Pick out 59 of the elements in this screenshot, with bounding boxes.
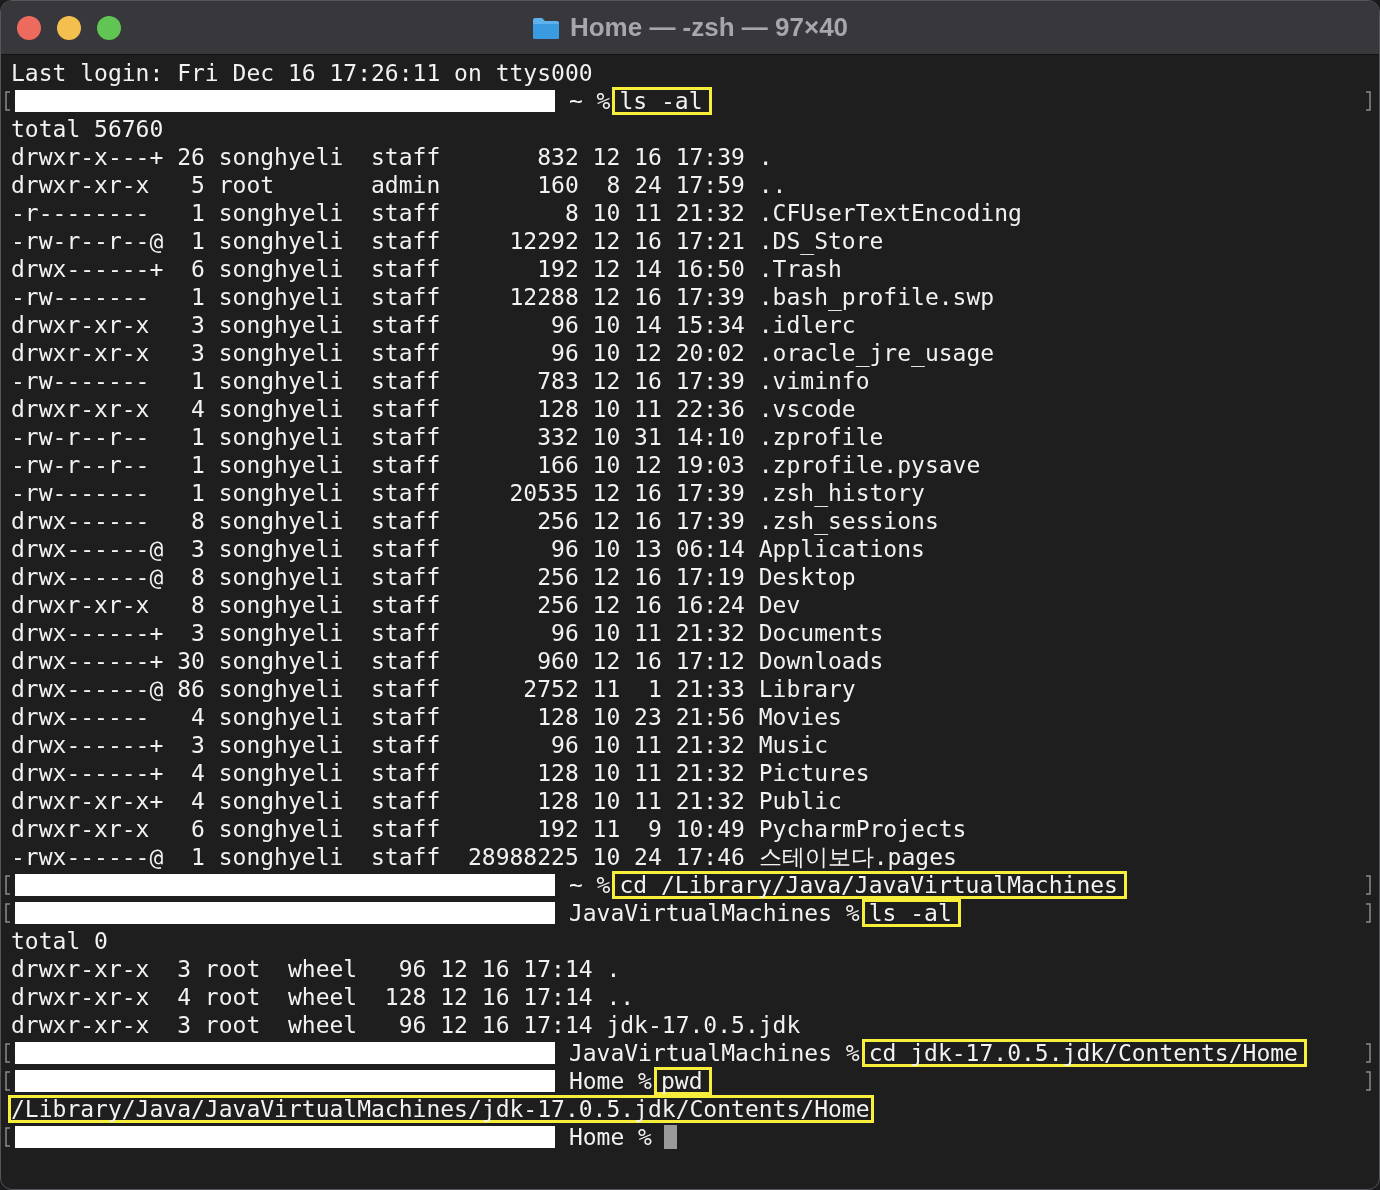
mark-bracket-icon: [1365, 91, 1371, 111]
prompt-text: Home %: [567, 1067, 652, 1095]
output-line: drwx------+ 3 songhyeli staff 96 10 11 21:32 Music: [10, 731, 829, 759]
window-title: Home — -zsh — 97×40: [569, 12, 849, 43]
output-line: -r-------- 1 songhyeli staff 8 10 11 21:32 .CFUserTextEncoding: [10, 199, 1023, 227]
output-line: drwx------@ 86 songhyeli staff 2752 11 1 21:33 Library: [10, 675, 857, 703]
command-text: cd jdk-17.0.5.jdk/Contents/Home: [861, 1039, 1307, 1067]
output-line: drwxr-x---+ 26 songhyeli staff 832 12 16 17:39 .: [10, 143, 774, 171]
close-button[interactable]: [17, 15, 41, 40]
output-line: total 0: [10, 927, 109, 955]
zoom-button[interactable]: [97, 15, 121, 40]
prompt-text: JavaVirtualMachines %: [567, 1039, 860, 1067]
command-text: ls -al: [612, 87, 712, 115]
folder-icon: [531, 15, 560, 40]
output-line: -rwx------@ 1 songhyeli staff 28988225 10 24 17:46 스테이보다.pages: [10, 843, 958, 871]
prompt-text: JavaVirtualMachines %: [567, 899, 860, 927]
mark-bracket-icon: [5, 1127, 11, 1147]
output-line: Last login: Fri Dec 16 17:26:11 on ttys000: [10, 59, 594, 87]
output-line: drwxr-xr-x 3 root wheel 96 12 16 17:14 jdk-17.0.5.jdk: [10, 1011, 802, 1039]
minimize-button[interactable]: [57, 15, 81, 40]
output-line: drwx------+ 6 songhyeli staff 192 12 14 16:50 .Trash: [10, 255, 843, 283]
mark-bracket-icon: [1365, 1043, 1371, 1063]
output-line: drwx------+ 4 songhyeli staff 128 10 11 21:32 Pictures: [10, 759, 871, 787]
output-line: drwx------ 8 songhyeli staff 256 12 16 17:39 .zsh_sessions: [10, 507, 940, 535]
output-line: -rw-r--r-- 1 songhyeli staff 332 10 31 14:10 .zprofile: [10, 423, 885, 451]
output-line: drwx------ 4 songhyeli staff 128 10 23 21:56 Movies: [10, 703, 843, 731]
output-line: drwxr-xr-x 3 songhyeli staff 96 10 12 20:02 .oracle_jre_usage: [10, 339, 996, 367]
output-line: drwx------+ 3 songhyeli staff 96 10 11 21:32 Documents: [10, 619, 885, 647]
mark-bracket-icon: [5, 875, 11, 895]
output-line: drwxr-xr-x 6 songhyeli staff 192 11 9 10:49 PycharmProjects: [10, 815, 968, 843]
output-line: -rw------- 1 songhyeli staff 20535 12 16 17:39 .zsh_history: [10, 479, 926, 507]
output-line: drwxr-xr-x 3 root wheel 96 12 16 17:14 .: [10, 955, 622, 983]
mark-bracket-icon: [5, 1043, 11, 1063]
mark-bracket-icon: [5, 91, 11, 111]
mark-bracket-icon: [1365, 903, 1371, 923]
output-line: total 56760: [10, 115, 165, 143]
output-line: drwxr-xr-x 8 songhyeli staff 256 12 16 16:24 Dev: [10, 591, 802, 619]
output-line: drwxr-xr-x 5 root admin 160 8 24 17:59 ..: [10, 171, 788, 199]
output-line: drwxr-xr-x 4 root wheel 128 12 16 17:14 ..: [10, 983, 636, 1011]
mark-bracket-icon: [5, 903, 11, 923]
output-line: drwxr-xr-x+ 4 songhyeli staff 128 10 11 21:32 Public: [10, 787, 843, 815]
prompt-text: Home %: [567, 1123, 652, 1151]
command-text: cd /Library/Java/JavaVirtualMachines: [612, 871, 1127, 899]
output-line: -rw------- 1 songhyeli staff 783 12 16 17:39 .viminfo: [10, 367, 871, 395]
command-text: ls -al: [861, 899, 961, 927]
mark-bracket-icon: [1365, 875, 1371, 895]
output-line: -rw-r--r-- 1 songhyeli staff 166 10 12 19:03 .zprofile.pysave: [10, 451, 982, 479]
output-line: drwx------@ 8 songhyeli staff 256 12 16 17:19 Desktop: [10, 563, 857, 591]
output-line: drwx------@ 3 songhyeli staff 96 10 13 06:14 Applications: [10, 535, 926, 563]
output-line: -rw------- 1 songhyeli staff 12288 12 16 17:39 .bash_profile.swp: [10, 283, 996, 311]
output-line: drwxr-xr-x 4 songhyeli staff 128 10 11 22:36 .vscode: [10, 395, 857, 423]
command-text: pwd: [653, 1067, 712, 1095]
mark-bracket-icon: [5, 1071, 11, 1091]
output-line: drwx------+ 30 songhyeli staff 960 12 16 17:12 Downloads: [10, 647, 885, 675]
output-line: drwxr-xr-x 3 songhyeli staff 96 10 14 15:34 .idlerc: [10, 311, 857, 339]
prompt-text: ~ %: [567, 87, 611, 115]
mark-bracket-icon: [1365, 1071, 1371, 1091]
output-line: -rw-r--r--@ 1 songhyeli staff 12292 12 16 17:21 .DS_Store: [10, 227, 885, 255]
prompt-text: ~ %: [567, 871, 611, 899]
